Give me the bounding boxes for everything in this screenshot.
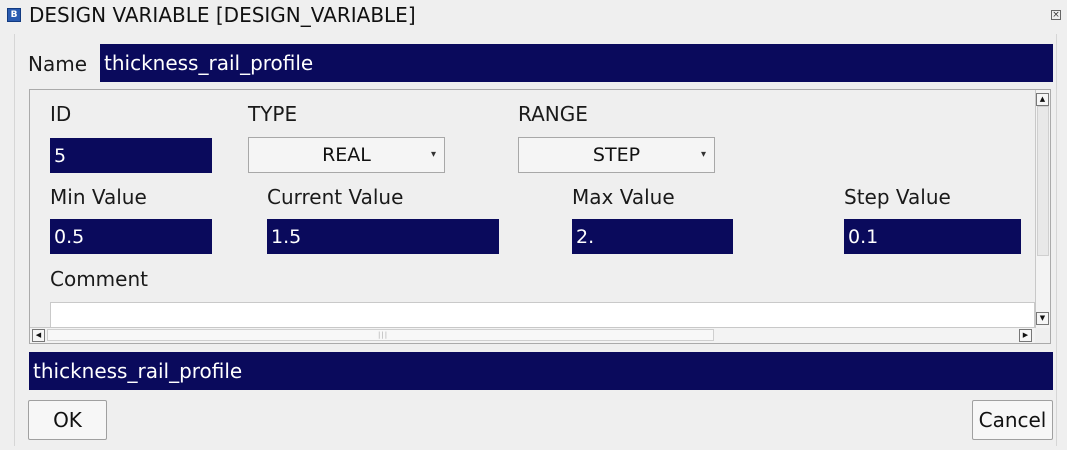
type-select[interactable]: REAL ▾ [248, 137, 445, 173]
max-value-input[interactable]: 2. [572, 219, 733, 254]
id-label: ID [50, 102, 72, 126]
id-input[interactable]: 5 [50, 138, 212, 173]
properties-panel: ID TYPE RANGE 5 REAL ▾ STEP ▾ Min Value … [29, 89, 1051, 344]
close-icon[interactable]: × [1051, 10, 1061, 20]
ok-button[interactable]: OK [28, 400, 107, 440]
current-value-label: Current Value [267, 185, 404, 209]
vertical-scrollbar[interactable]: ▲ ▼ [1035, 90, 1050, 328]
step-value-input[interactable]: 0.1 [844, 219, 1021, 254]
vertical-scroll-thumb[interactable] [1037, 106, 1049, 256]
dropdown-arrow-icon: ▾ [700, 149, 706, 160]
max-value-label: Max Value [572, 185, 675, 209]
range-select-value: STEP [592, 144, 641, 166]
range-select[interactable]: STEP ▾ [518, 137, 715, 173]
horizontal-scroll-thumb[interactable]: ||| [47, 329, 714, 341]
type-label: TYPE [248, 102, 298, 126]
range-label: RANGE [518, 102, 588, 126]
comment-label: Comment [50, 267, 148, 291]
window-title: DESIGN VARIABLE [DESIGN_VARIABLE] [29, 3, 416, 27]
scroll-right-icon[interactable]: ▶ [1019, 329, 1032, 342]
scroll-down-icon[interactable]: ▼ [1036, 312, 1049, 325]
app-logo-icon: B [7, 8, 21, 22]
dropdown-arrow-icon: ▾ [430, 149, 436, 160]
scroll-up-icon[interactable]: ▲ [1036, 93, 1049, 106]
current-value-input[interactable]: 1.5 [267, 219, 499, 254]
cancel-button[interactable]: Cancel [972, 400, 1053, 440]
title-bar: B DESIGN VARIABLE [DESIGN_VARIABLE] × [0, 0, 1067, 30]
name-label: Name [28, 52, 88, 76]
scroll-grip-icon: ||| [378, 331, 389, 339]
name-input[interactable]: thickness_rail_profile [100, 44, 1053, 82]
min-value-label: Min Value [50, 185, 147, 209]
type-select-value: REAL [322, 144, 371, 166]
scroll-left-icon[interactable]: ◀ [32, 329, 45, 342]
step-value-label: Step Value [844, 185, 951, 209]
status-field: thickness_rail_profile [29, 352, 1053, 390]
min-value-input[interactable]: 0.5 [50, 219, 212, 254]
horizontal-scrollbar[interactable]: ◀ ||| ▶ [30, 327, 1035, 343]
